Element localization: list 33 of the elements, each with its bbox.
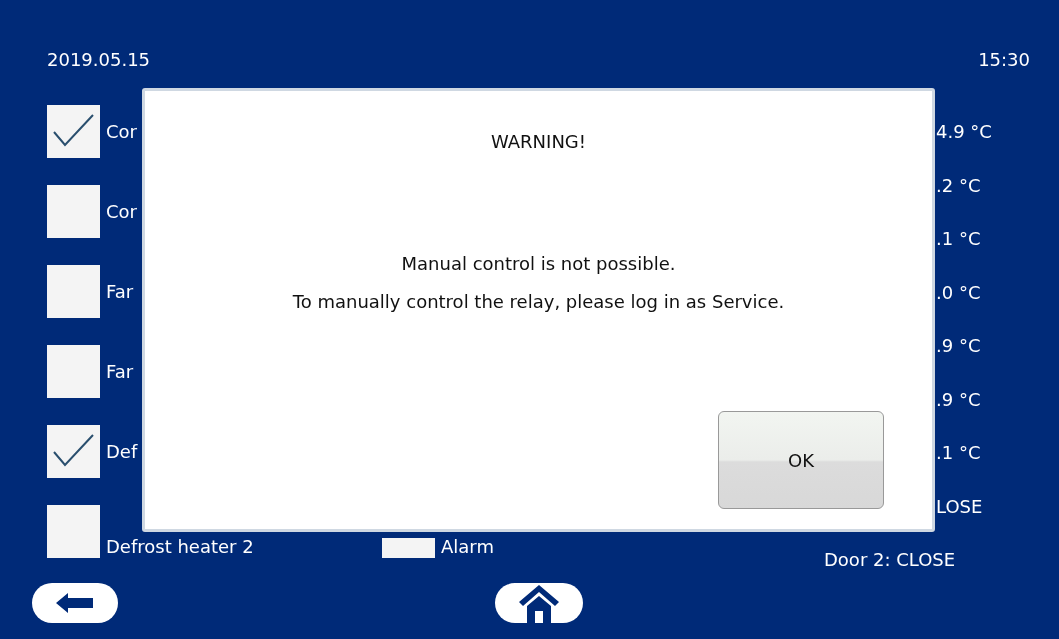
dialog-message: Manual control is not possible. (400, 252, 677, 276)
reading-text: .9 °C (935, 334, 982, 358)
reading-text: .0 °C (935, 280, 982, 305)
reading-text: 4.9 °C (935, 120, 993, 144)
relay-checkbox[interactable] (47, 265, 100, 318)
relay-label: Far (106, 361, 134, 382)
relay-label: Cor (106, 121, 137, 142)
back-button[interactable] (32, 583, 118, 623)
alarm-checkbox[interactable] (382, 538, 435, 558)
relay-checkbox[interactable] (47, 105, 100, 158)
door-status-text: Door 2: CLOSE (824, 548, 957, 572)
home-icon (517, 582, 561, 624)
home-button[interactable] (495, 583, 583, 623)
relay-checkbox[interactable] (47, 425, 100, 478)
reading-text: LOSE (935, 494, 984, 519)
time-text: 15:30 (978, 48, 1030, 72)
relay-label: Cor (106, 201, 137, 222)
ok-button[interactable]: OK (718, 411, 884, 509)
reading-text: .9 °C (935, 387, 982, 412)
dialog-message: To manually control the relay, please log in as Service. (292, 290, 785, 314)
relay-checkbox[interactable] (47, 185, 100, 238)
alarm-label: Alarm (441, 536, 494, 558)
dialog-title: WARNING! (490, 131, 586, 152)
relay-checkbox[interactable] (47, 505, 100, 558)
relay-label: Def (106, 441, 138, 462)
relay-label: Far (106, 281, 134, 302)
reading-text: .1 °C (935, 227, 982, 251)
relay-label: Defrost heater 2 (106, 536, 255, 558)
relay-checkbox[interactable] (47, 345, 100, 398)
date-text: 2019.05.15 (47, 48, 151, 72)
reading-text: .2 °C (935, 173, 982, 198)
reading-text: .1 °C (935, 441, 982, 465)
left-arrow-icon (55, 591, 95, 615)
